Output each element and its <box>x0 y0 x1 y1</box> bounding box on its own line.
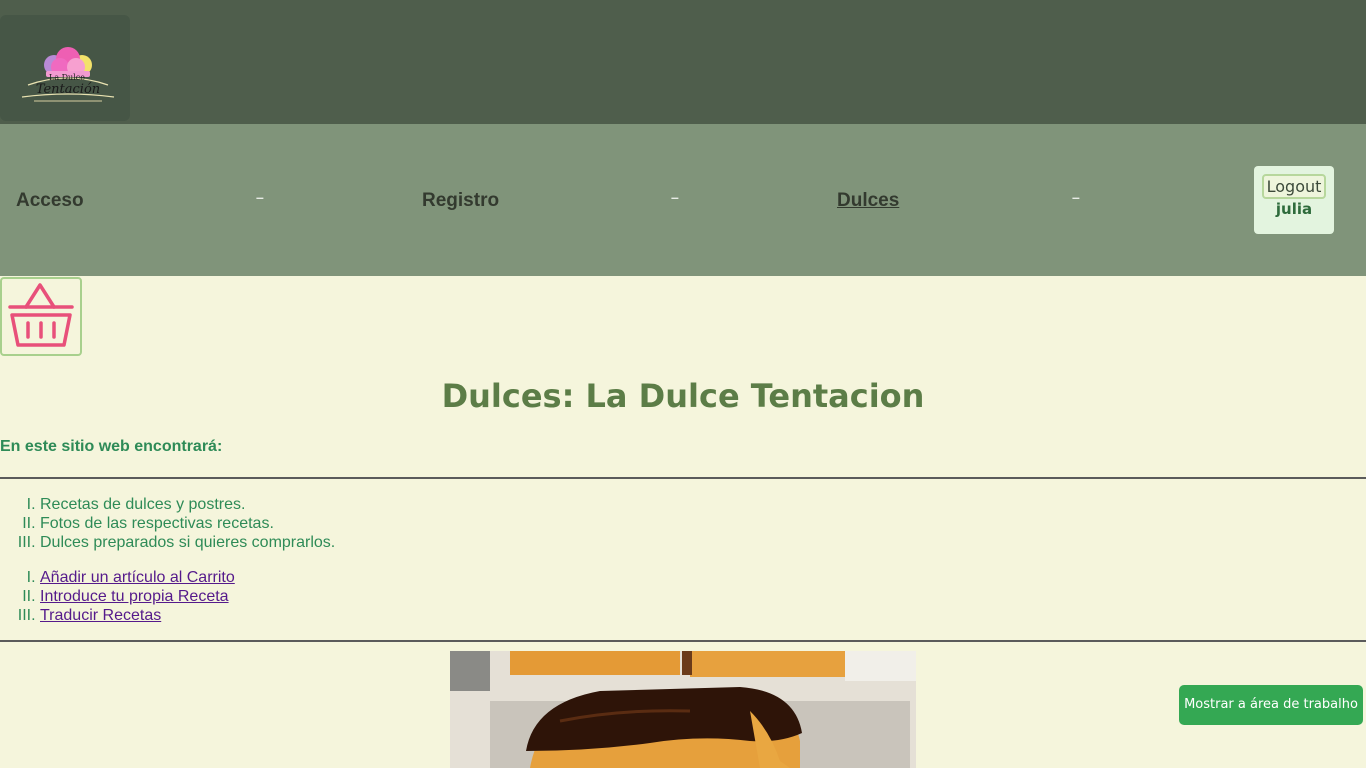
show-desktop-button[interactable]: Mostrar a área de trabalho <box>1179 685 1363 725</box>
nav-link-dulces[interactable]: Dulces <box>837 190 899 212</box>
divider <box>0 477 1366 479</box>
intro-text: En este sitio web encontrará: <box>0 438 223 455</box>
svg-text:La Dulce: La Dulce <box>49 73 85 82</box>
site-logo[interactable]: La Dulce Tentación <box>0 15 130 121</box>
list-item: Traducir Recetas <box>40 606 235 625</box>
page-title: Dulces: La Dulce Tentacion <box>441 377 925 415</box>
divider <box>0 640 1366 642</box>
main-nav <box>0 124 1366 276</box>
list-item: Dulces preparados si quieres comprarlos. <box>40 533 335 552</box>
user-panel: Logout julia <box>1254 166 1334 234</box>
list-item: Recetas de dulces y postres. <box>40 495 335 514</box>
add-recipe-link[interactable]: Introduce tu propia Receta <box>40 588 229 605</box>
cart-button[interactable] <box>0 277 82 356</box>
list-item: Introduce tu propia Receta <box>40 587 235 606</box>
nav-separator: – <box>256 189 264 205</box>
site-header: La Dulce Tentación <box>0 0 1366 124</box>
nav-link-acceso[interactable]: Acceso <box>16 190 84 212</box>
add-to-cart-link[interactable]: Añadir un artículo al Carrito <box>40 569 235 586</box>
nav-separator: – <box>1072 189 1080 205</box>
cupcake-logo-icon: La Dulce Tentación <box>21 47 115 102</box>
logout-button[interactable]: Logout <box>1262 174 1326 199</box>
list-item: Añadir un artículo al Carrito <box>40 568 235 587</box>
username-label: julia <box>1275 200 1313 218</box>
translate-recipes-link[interactable]: Traducir Recetas <box>40 607 161 624</box>
actions-list: Añadir un artículo al Carrito Introduce … <box>40 568 235 625</box>
list-item: Fotos de las respectivas recetas. <box>40 514 335 533</box>
dessert-photo <box>450 651 916 768</box>
features-list: Recetas de dulces y postres. Fotos de la… <box>40 495 335 552</box>
basket-icon <box>8 283 74 347</box>
nav-link-registro[interactable]: Registro <box>422 190 499 212</box>
nav-separator: – <box>671 189 679 205</box>
